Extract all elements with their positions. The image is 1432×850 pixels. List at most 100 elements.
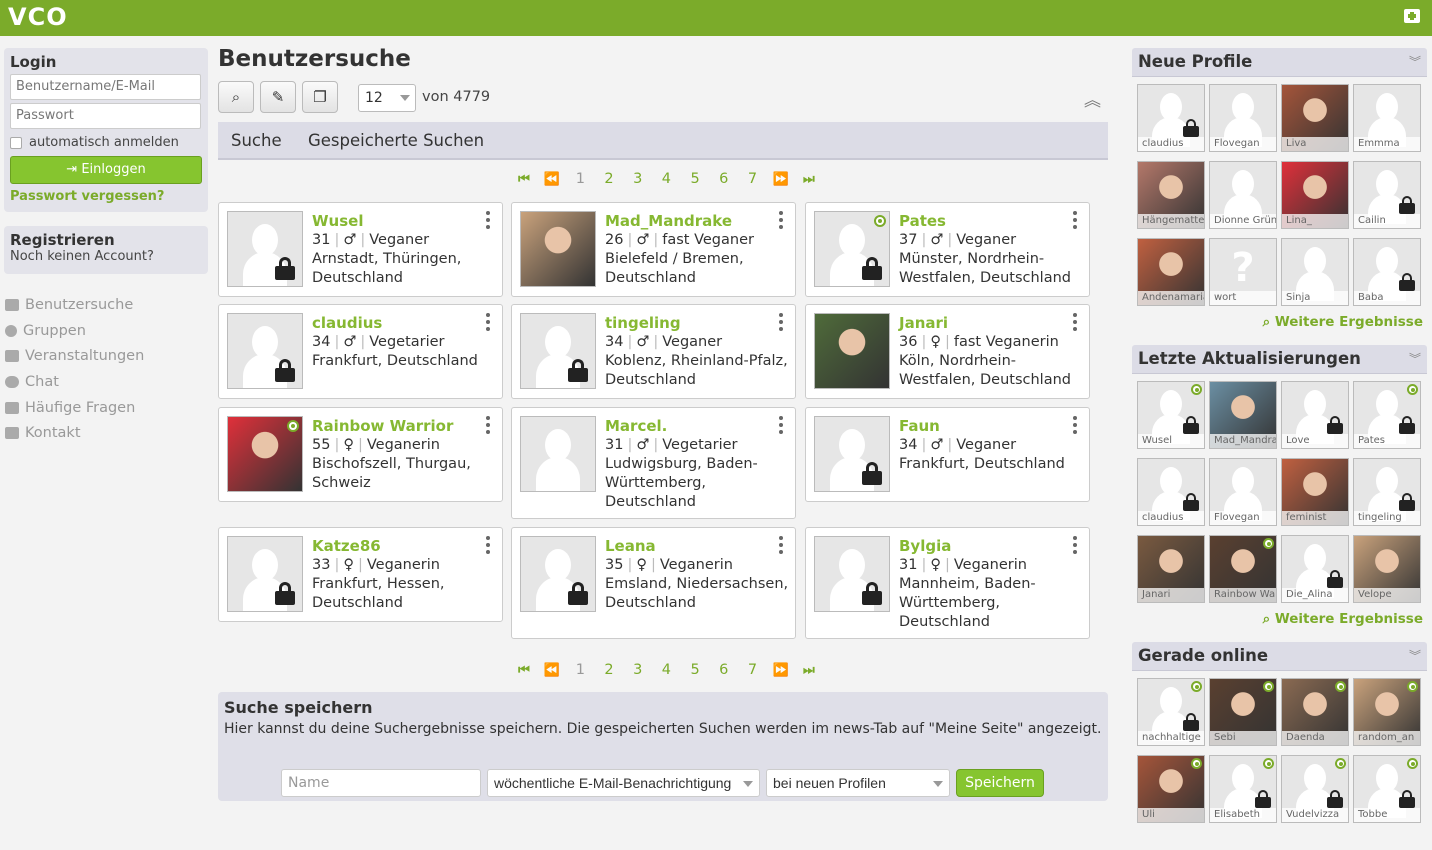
page-link[interactable]: 5 (681, 662, 710, 678)
profile-name[interactable]: Leana (605, 537, 656, 555)
profile-thumb[interactable]: Rainbow Warrior (1209, 535, 1277, 603)
profile-avatar[interactable] (814, 536, 890, 612)
profile-card[interactable]: Mad_Mandrake 26 | ♂ | fast Veganer Bielefeld /… (511, 202, 796, 297)
username-input[interactable]: Benutzername/E-Mail (10, 74, 201, 100)
login-button[interactable]: ⇥ Einloggen (10, 156, 202, 184)
profile-thumb[interactable]: Love (1281, 381, 1349, 449)
save-search-button[interactable]: Speichern (956, 769, 1044, 797)
more-options-icon[interactable] (1073, 536, 1077, 554)
online-now-header[interactable]: Gerade online ︾ (1132, 642, 1427, 671)
page-link[interactable]: 5 (681, 171, 710, 187)
profile-avatar[interactable] (814, 416, 890, 492)
profile-name[interactable]: Pates (899, 212, 946, 230)
profile-card[interactable]: Marcel. 31 | ♂ | Vegetarier Ludwigsburg, Baden… (511, 407, 796, 519)
nav-item-kontakt[interactable]: Kontakt (5, 420, 144, 446)
tab-gespeicherte-suchen[interactable]: Gespeicherte Suchen (308, 131, 484, 150)
profile-thumb[interactable]: feminist (1281, 458, 1349, 526)
profile-avatar[interactable] (227, 536, 303, 612)
profile-thumb[interactable]: random_an (1353, 678, 1421, 746)
notification-select[interactable]: wöchentliche E-Mail-Benachrichtigung (487, 769, 760, 797)
page-link[interactable]: 3 (623, 662, 652, 678)
site-logo[interactable]: VCO (8, 3, 68, 31)
profile-thumb[interactable]: Velope (1353, 535, 1421, 603)
recent-updates-more-link[interactable]: ⌕ Weitere Ergebnisse (1263, 611, 1423, 627)
password-input[interactable]: Passwort (10, 103, 201, 129)
profile-thumb[interactable]: Dionne Grün (1209, 161, 1277, 229)
profile-card[interactable]: Wusel 31 | ♂ | Veganer Arnstadt, Thüringen, De… (218, 202, 503, 297)
profile-thumb[interactable]: tingeling (1353, 458, 1421, 526)
profile-thumb[interactable]: ? wort (1209, 238, 1277, 306)
profile-avatar[interactable] (814, 313, 890, 389)
register-title[interactable]: Registrieren (10, 231, 202, 249)
profile-thumb[interactable]: Sebi (1209, 678, 1277, 746)
profile-avatar[interactable] (520, 313, 596, 389)
remember-row[interactable]: automatisch anmelden (10, 135, 202, 150)
profile-thumb[interactable]: Flovegan (1209, 84, 1277, 152)
medkit-icon[interactable] (1404, 9, 1420, 23)
chevron-down-icon[interactable]: ︾ (1409, 647, 1421, 664)
new-profiles-more-link[interactable]: ⌕ Weitere Ergebnisse (1263, 314, 1423, 330)
recent-updates-header[interactable]: Letzte Aktualisierungen ︾ (1132, 345, 1427, 374)
forgot-password-link[interactable]: Passwort vergessen? (10, 189, 202, 204)
search-name-input[interactable]: Name (281, 769, 481, 797)
more-options-icon[interactable] (486, 313, 490, 331)
nav-item-faq[interactable]: Häufige Fragen (5, 395, 144, 421)
copy-button[interactable]: ❐ (302, 81, 338, 113)
profile-card[interactable]: Leana 35 | ♀ | Veganerin Emsland, Niedersachse… (511, 527, 796, 639)
profile-avatar[interactable] (814, 211, 890, 287)
profile-name[interactable]: Faun (899, 417, 940, 435)
nav-item-gruppen[interactable]: Gruppen (5, 318, 144, 344)
page-link[interactable]: 4 (652, 171, 681, 187)
profile-name[interactable]: claudius (312, 314, 382, 332)
profile-card[interactable]: Katze86 33 | ♀ | Veganerin Frankfurt, Hessen, … (218, 527, 503, 622)
search-button[interactable]: ⌕ (218, 81, 254, 113)
profile-thumb[interactable]: Janari (1137, 535, 1205, 603)
profile-avatar[interactable] (227, 211, 303, 287)
profile-thumb[interactable]: Die_Alina (1281, 535, 1349, 603)
tab-suche[interactable]: Suche (231, 131, 282, 150)
page-link[interactable]: 2 (595, 662, 624, 678)
next-pages-icon[interactable]: ⏩ (767, 172, 795, 187)
more-options-icon[interactable] (779, 536, 783, 554)
edit-button[interactable]: ✎ (260, 81, 296, 113)
profile-thumb[interactable]: Lina_ (1281, 161, 1349, 229)
profile-thumb[interactable]: claudius (1137, 458, 1205, 526)
page-link[interactable]: 6 (709, 662, 738, 678)
page-link[interactable]: 2 (595, 171, 624, 187)
profile-card[interactable]: tingeling 34 | ♂ | Veganer Koblenz, Rheinland-… (511, 304, 796, 399)
profile-thumb[interactable]: Flovegan (1209, 458, 1277, 526)
profile-name[interactable]: tingeling (605, 314, 681, 332)
more-options-icon[interactable] (1073, 211, 1077, 229)
register-panel[interactable]: Registrieren Noch keinen Account? (4, 226, 208, 274)
more-options-icon[interactable] (779, 313, 783, 331)
profile-card[interactable]: Rainbow Warrior 55 | ♀ | Veganerin Bischofszel… (218, 407, 503, 502)
new-profiles-header[interactable]: Neue Profile ︾ (1132, 48, 1427, 77)
prev-pages-icon[interactable]: ⏪ (538, 663, 566, 678)
profile-card[interactable]: Janari 36 | ♀ | fast Veganerin Köln, Nordrhein… (805, 304, 1090, 399)
profile-name[interactable]: Rainbow Warrior (312, 417, 453, 435)
profile-card[interactable]: Faun 34 | ♂ | Veganer Frankfurt, Deutschland (805, 407, 1090, 502)
more-options-icon[interactable] (486, 536, 490, 554)
prev-pages-icon[interactable]: ⏪ (538, 172, 566, 187)
nav-item-veranstaltungen[interactable]: Veranstaltungen (5, 343, 144, 369)
profile-avatar[interactable] (227, 313, 303, 389)
page-link[interactable]: 4 (652, 662, 681, 678)
profile-card[interactable]: claudius 34 | ♂ | Vegetarier Frankfurt, Deutsc… (218, 304, 503, 399)
page-link[interactable]: 6 (709, 171, 738, 187)
nav-item-benutzersuche[interactable]: Benutzersuche (5, 292, 144, 318)
profile-avatar[interactable] (227, 416, 303, 492)
profile-thumb[interactable]: Andenamaria (1137, 238, 1205, 306)
next-pages-icon[interactable]: ⏩ (767, 663, 795, 678)
profile-name[interactable]: Katze86 (312, 537, 381, 555)
more-options-icon[interactable] (1073, 416, 1077, 434)
profile-avatar[interactable] (520, 416, 596, 492)
last-page-icon[interactable]: ⏭ (795, 172, 823, 187)
more-options-icon[interactable] (486, 416, 490, 434)
trigger-select[interactable]: bei neuen Profilen (766, 769, 950, 797)
profile-thumb[interactable]: Uli (1137, 755, 1205, 823)
profile-thumb[interactable]: Daenda (1281, 678, 1349, 746)
profile-thumb[interactable]: Hängematte (1137, 161, 1205, 229)
profile-name[interactable]: Mad_Mandrake (605, 212, 732, 230)
profile-card[interactable]: Pates 37 | ♂ | Veganer Münster, Nordrhein-West… (805, 202, 1090, 297)
profile-thumb[interactable]: Vudelvizza (1281, 755, 1349, 823)
